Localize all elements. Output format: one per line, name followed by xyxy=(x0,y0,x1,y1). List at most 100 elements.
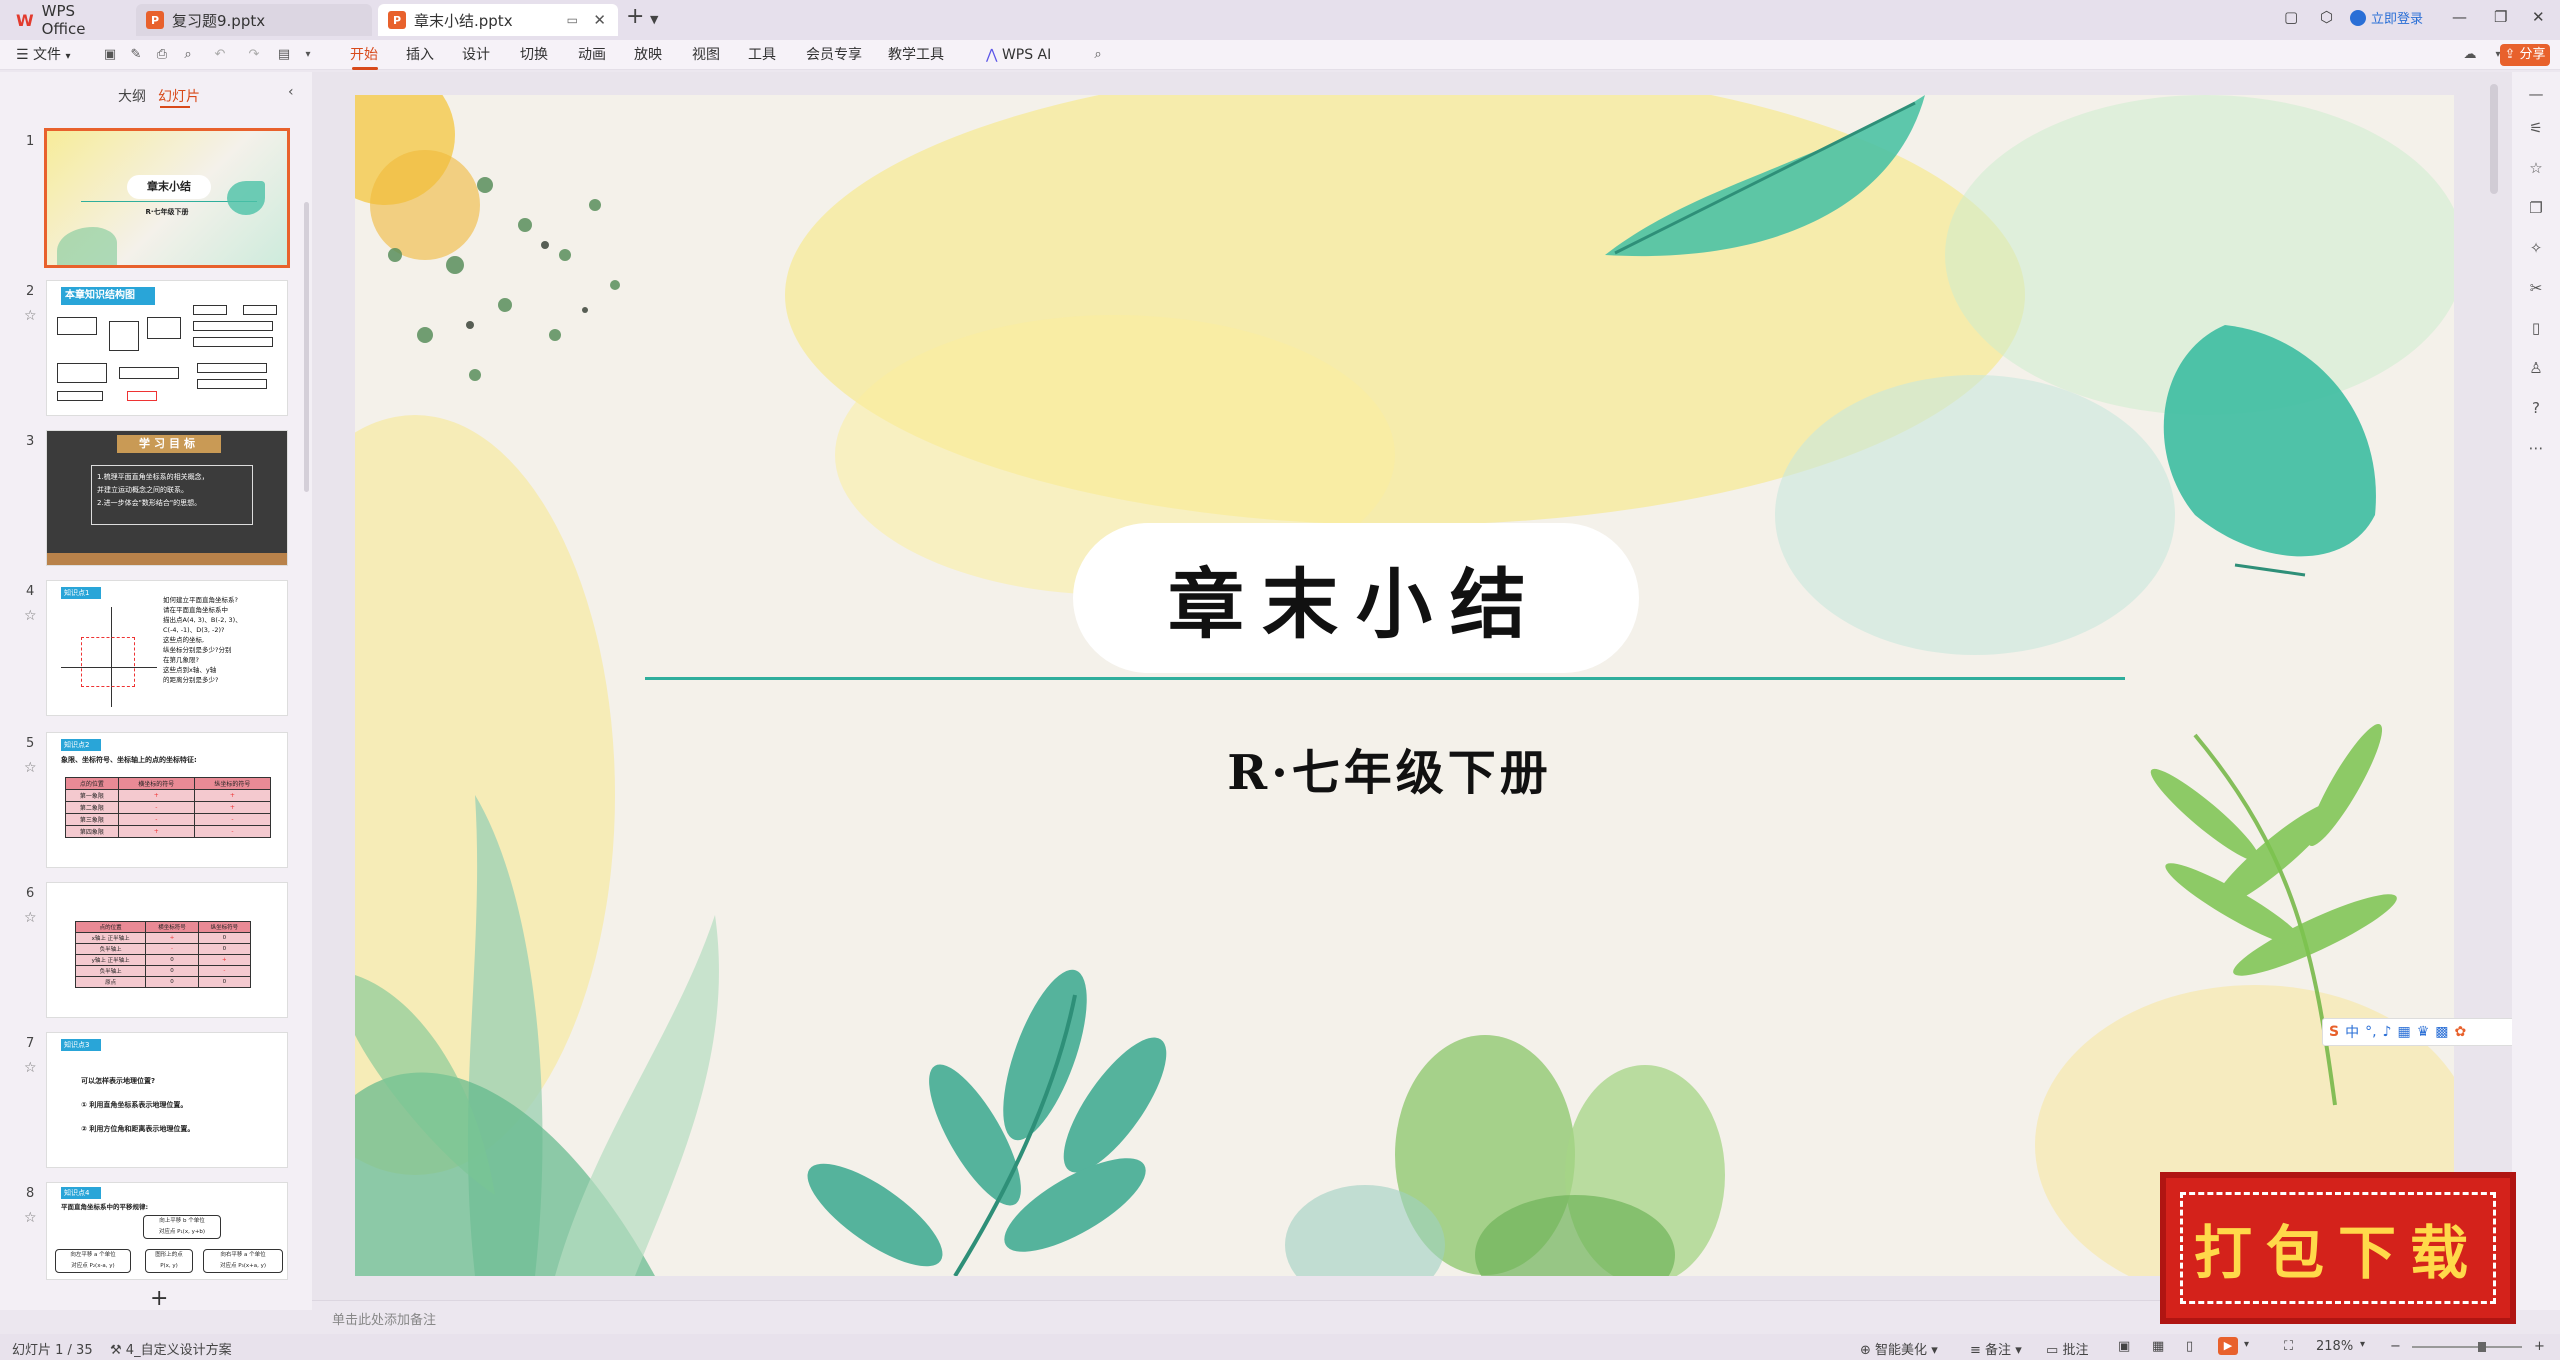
tab-file-review[interactable]: P 复习题9.pptx xyxy=(136,4,372,36)
new-tab-button[interactable]: + xyxy=(626,4,644,29)
collapse-panel-icon[interactable]: ‹ xyxy=(288,84,294,100)
login-button[interactable]: 立即登录 xyxy=(2350,8,2423,27)
star-icon[interactable]: ☆ xyxy=(24,910,37,926)
chevron-down-icon[interactable]: ▾ xyxy=(2244,1339,2249,1350)
tab-teaching-tools[interactable]: 教学工具 xyxy=(888,44,944,66)
grid-icon[interactable]: ▩ xyxy=(2435,1024,2448,1040)
close-window-icon[interactable]: ✕ xyxy=(2532,8,2545,26)
slide-1[interactable]: 章末小结 R·七年级下册 xyxy=(355,95,2454,1276)
tab-slideshow[interactable]: 放映 xyxy=(634,44,662,66)
undo-icon[interactable]: ↶ xyxy=(212,47,228,63)
shirt-icon[interactable]: ♙ xyxy=(2526,358,2546,378)
chevron-down-icon[interactable]: ▾ xyxy=(2360,1339,2365,1350)
tab-design[interactable]: 设计 xyxy=(462,44,490,66)
tab-animation[interactable]: 动画 xyxy=(578,44,606,66)
picture-icon[interactable]: ▤ xyxy=(276,47,292,63)
canvas-scrollbar[interactable] xyxy=(2490,84,2498,194)
tab-file-summary[interactable]: P 章末小结.pptx ▭ ✕ xyxy=(378,4,618,36)
sorter-view-icon[interactable]: ▦ xyxy=(2152,1339,2164,1354)
print-preview-icon[interactable]: ⌕ xyxy=(180,47,196,63)
title-pill[interactable]: 章末小结 xyxy=(1073,523,1639,673)
slide-thumbnail-8[interactable]: 知识点4 平面直角坐标系中的平移规律: 向上平移 b 个单位 对应点 P₁(x,… xyxy=(46,1182,288,1280)
table-cell: + xyxy=(117,789,195,802)
star-icon[interactable]: ☆ xyxy=(24,308,37,324)
slide-thumbnail-7[interactable]: 知识点3 可以怎样表示地理位置? ① 利用直角坐标系表示地理位置。 ② 利用方位… xyxy=(46,1032,288,1168)
notes-toggle-button[interactable]: ≡ 备注 ▾ xyxy=(1970,1339,2022,1358)
tab-wps-office[interactable]: W WPS Office xyxy=(6,2,130,38)
reading-view-icon[interactable]: ▯ xyxy=(2186,1339,2193,1354)
download-stamp-badge[interactable]: 打包下载 xyxy=(2160,1172,2516,1324)
minus-icon[interactable]: — xyxy=(2526,84,2546,104)
format-painter-icon[interactable]: ✎ xyxy=(128,47,144,63)
tab-tools[interactable]: 工具 xyxy=(748,44,776,66)
tab-view[interactable]: 视图 xyxy=(692,44,720,66)
minimize-icon[interactable]: — xyxy=(2452,8,2467,26)
more-chevron-icon[interactable]: ▾ xyxy=(300,47,316,63)
star-icon[interactable]: ☆ xyxy=(24,760,37,776)
close-tab-icon[interactable]: ✕ xyxy=(593,11,606,29)
sogou-extra-icon[interactable]: ✿ xyxy=(2455,1024,2467,1040)
thumbnail-scrollbar[interactable] xyxy=(304,202,309,492)
star-icon[interactable]: ☆ xyxy=(24,1210,37,1226)
ime-lang-indicator[interactable]: 中 xyxy=(2345,1022,2359,1042)
skin-icon[interactable]: ♛ xyxy=(2417,1024,2430,1040)
save-icon[interactable]: ▣ xyxy=(102,47,118,63)
animation-icon[interactable]: ✧ xyxy=(2526,238,2546,258)
keyboard-icon[interactable]: ▦ xyxy=(2397,1024,2410,1040)
tab-transition[interactable]: 切换 xyxy=(520,44,548,66)
slide-thumbnail-6[interactable]: 点的位置 横坐标符号 纵坐标符号 x轴上 正半轴上 +0 负半轴上 -0 y轴上 正半轴上 0 +… xyxy=(46,882,288,1018)
tools-icon[interactable]: ✂ xyxy=(2526,278,2546,298)
restore-icon[interactable]: ❐ xyxy=(2494,8,2507,26)
monitor-icon[interactable]: ▭ xyxy=(567,13,578,27)
normal-view-icon[interactable]: ▣ xyxy=(2118,1339,2130,1354)
chevron-down-icon[interactable]: ▼ xyxy=(650,13,658,26)
tab-slides[interactable]: 幻灯片 xyxy=(158,86,200,106)
file-menu-button[interactable]: ☰ 文件 ▾ xyxy=(16,44,71,66)
search-icon[interactable]: ⌕ xyxy=(1090,47,1106,63)
star-icon[interactable]: ☆ xyxy=(24,1060,37,1076)
share-button[interactable]: ⇪ 分享 xyxy=(2500,44,2550,66)
table-cell: 0 xyxy=(145,954,199,966)
zoom-slider-handle[interactable] xyxy=(2478,1342,2486,1352)
slide-thumbnail-2[interactable]: 本章知识结构图 xyxy=(46,280,288,416)
slide-thumbnail-5[interactable]: 知识点2 象限、坐标符号、坐标轴上的点的坐标特征: 点的位置 横坐标的符号 纵坐标的… xyxy=(46,732,288,868)
tab-member[interactable]: 会员专享 xyxy=(806,44,862,66)
redo-icon[interactable]: ↷ xyxy=(246,47,262,63)
slide-thumbnail-3[interactable]: 学习目标 1.梳理平面直角坐标系的相关概念， 并建立运动概念之间的联系。 2.进… xyxy=(46,430,288,566)
title-divider xyxy=(645,677,2125,680)
slide-thumbnail-4[interactable]: 知识点1 如何建立平面直角坐标系? 请在平面直角坐标系中 描出点A(4, 3)、… xyxy=(46,580,288,716)
star-icon[interactable]: ☆ xyxy=(24,608,37,624)
star-icon[interactable]: ☆ xyxy=(2526,158,2546,178)
book-icon[interactable]: ▯ xyxy=(2526,318,2546,338)
slide-thumbnail-1[interactable]: 章末小结 R·七年级下册 xyxy=(44,128,290,268)
play-slideshow-icon[interactable]: ▶ xyxy=(2218,1337,2238,1355)
zoom-in-icon[interactable]: + xyxy=(2534,1339,2545,1354)
sliders-icon[interactable]: ⚟ xyxy=(2526,118,2546,138)
zoom-level[interactable]: 218% xyxy=(2316,1339,2353,1354)
theme-indicator[interactable]: ⚒ 4_自定义设计方案 xyxy=(110,1339,232,1358)
print-icon[interactable]: ⎙ xyxy=(154,47,170,63)
smart-beautify-button[interactable]: ⊕ 智能美化 ▾ xyxy=(1860,1339,1938,1358)
comment-button[interactable]: ▭ 批注 xyxy=(2046,1339,2088,1358)
punctuation-icon[interactable]: °, xyxy=(2365,1024,2376,1040)
cube-icon[interactable]: ⬡ xyxy=(2320,8,2333,26)
diagram-box xyxy=(57,317,97,335)
add-slide-button[interactable]: + xyxy=(150,1286,168,1311)
table-cell: 纵坐标符号 xyxy=(197,921,252,933)
cloud-sync-icon[interactable]: ☁ xyxy=(2462,47,2478,63)
window-layout-icon[interactable]: ▢ xyxy=(2284,8,2298,26)
fit-window-icon[interactable]: ⛶ xyxy=(2284,1339,2293,1354)
more-icon[interactable]: ⋯ xyxy=(2526,438,2546,458)
slide-subtitle[interactable]: R·七年级下册 xyxy=(355,733,2454,803)
zoom-slider[interactable] xyxy=(2412,1346,2522,1348)
tab-wps-ai[interactable]: ⋀ WPS AI xyxy=(986,44,1051,66)
diagram-box xyxy=(147,317,181,339)
mic-icon[interactable]: ♪ xyxy=(2383,1024,2392,1040)
tab-home[interactable]: 开始 xyxy=(350,44,378,66)
tab-outline[interactable]: 大纲 xyxy=(118,86,146,106)
copy-icon[interactable]: ❐ xyxy=(2526,198,2546,218)
ime-toolbar[interactable]: S 中 °, ♪ ▦ ♛ ▩ ✿ xyxy=(2322,1018,2530,1046)
help-icon[interactable]: ? xyxy=(2526,398,2546,418)
zoom-out-icon[interactable]: − xyxy=(2390,1339,2401,1354)
tab-insert[interactable]: 插入 xyxy=(406,44,434,66)
